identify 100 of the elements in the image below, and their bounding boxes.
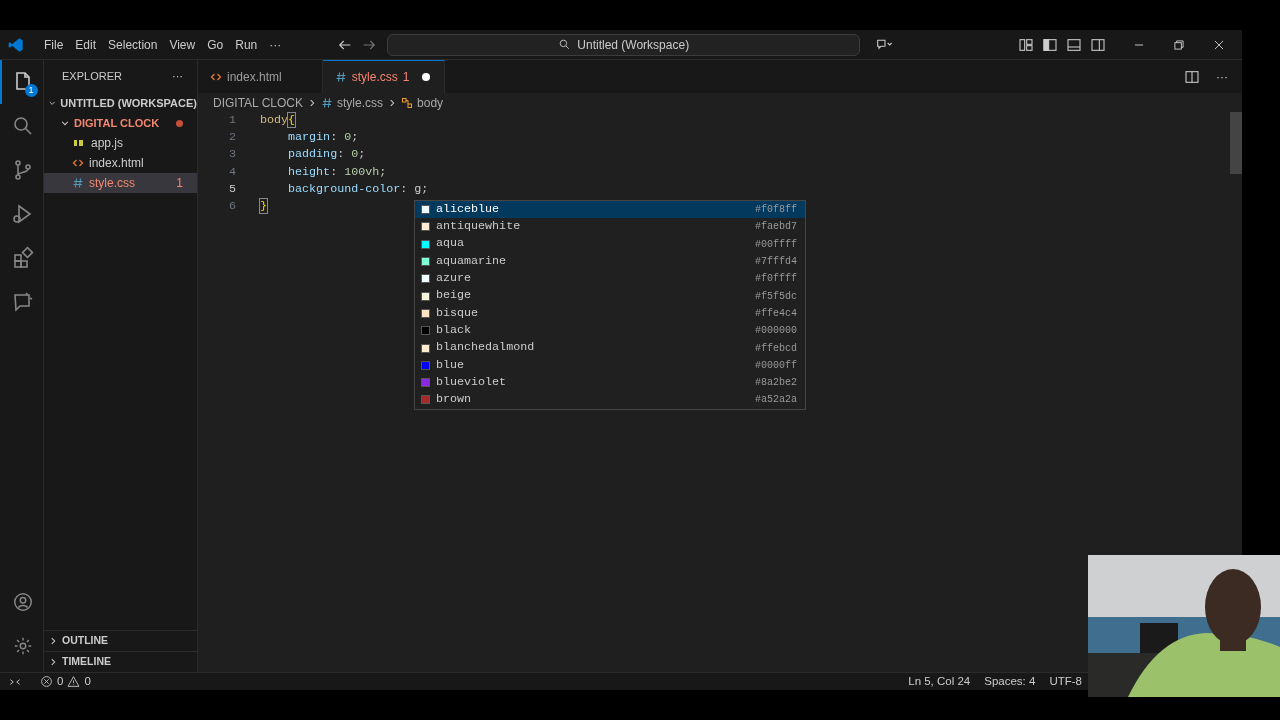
line-number: 4 [228,163,236,181]
suggestion-item[interactable]: brown #a52a2a [415,391,805,409]
more-actions-icon[interactable]: ··· [172,68,183,85]
tab-label: index.html [227,69,282,86]
menu-item[interactable]: Edit [69,33,103,56]
code-line: body{ [260,111,296,129]
tree-item[interactable]: DIGITAL CLOCK [44,113,197,133]
restore-icon[interactable] [1172,37,1186,52]
code-line: } [260,198,267,216]
line-number: 1 [228,111,236,129]
item-label: DIGITAL CLOCK [74,115,160,131]
suggestion-item[interactable]: antiquewhite #faebd7 [415,218,805,236]
editor-tab[interactable]: index.html [198,60,323,93]
color-hex: #8a2be2 [755,376,797,391]
color-hex: #000000 [755,324,797,339]
color-name: beige [436,287,472,305]
color-name: blue [436,356,465,374]
hash-icon [321,96,334,109]
tree-item[interactable]: app.js [44,133,197,153]
color-hex: #0000ff [755,358,797,373]
split-editor-icon[interactable] [1184,68,1200,85]
color-name: aliceblue [436,200,500,218]
error-count: 0 [57,673,64,689]
color-hex: #f5f5dc [755,289,797,304]
color-hex: #ffebcd [755,341,797,356]
account-icon[interactable] [11,591,34,613]
search-field[interactable]: Untitled (Workspace) [387,33,861,56]
logo-icon [8,36,24,53]
color-hex: #00ffff [755,237,797,252]
warning-count: 0 [84,673,91,689]
suggestion-item[interactable]: azure #f0ffff [415,270,805,288]
breadcrumb[interactable]: style.css [337,93,384,112]
color-hex: #ffe4c4 [755,306,797,321]
color-name: aquamarine [436,252,507,270]
hash-icon [334,71,347,83]
suggestion-item[interactable]: blueviolet #8a2be2 [415,373,805,392]
hash-icon [72,177,84,189]
color-hex: #a52a2a [755,393,797,408]
menu-item[interactable]: ··· [263,33,288,56]
notification-badge: 1 [24,84,38,97]
menu-item[interactable]: Run [229,33,264,56]
menu-item[interactable]: File [38,33,70,56]
breadcrumb[interactable]: body [417,93,444,112]
color-name: brown [436,391,472,409]
sidebar-title: EXPLORER [62,69,122,85]
code-brackets-icon [72,157,84,169]
status-item[interactable]: Ln 5, Col 24 [908,672,971,691]
customize-layout-icon[interactable] [1018,36,1034,53]
color-name: bisque [436,304,479,322]
color-name: blanchedalmond [436,339,535,357]
panel-title: OUTLINE [62,633,109,649]
error-icon [40,675,53,688]
color-name: black [436,321,472,339]
panel-bottom-icon[interactable] [1066,36,1082,53]
problem-count: 1 [402,69,410,86]
menu-item[interactable]: View [163,33,202,56]
breadcrumb[interactable]: DIGITAL CLOCK [213,93,304,112]
suggestion-item[interactable]: beige #f5f5dc [415,287,805,305]
symbol-icon [401,96,414,109]
tree-item[interactable]: UNTITLED (WORKSPACE) [44,93,197,113]
line-number: 6 [228,198,236,216]
color-name: blueviolet [436,373,507,391]
code-line: padding: 0; [287,146,366,164]
suggestion-item[interactable]: bisque #ffe4c4 [415,304,805,323]
tree-item[interactable]: index.html [44,153,197,173]
suggestion-item[interactable]: aqua #00ffff [415,235,805,253]
item-label: index.html [89,155,144,172]
color-name: aqua [436,235,465,253]
suggestion-item[interactable]: blanchedalmond #ffebcd [415,339,805,357]
status-item[interactable]: Spaces: 4 [984,672,1036,691]
panel-header[interactable]: OUTLINE [44,630,197,651]
code-line: margin: 0; [287,129,359,147]
menu-item[interactable]: Go [201,33,230,56]
color-name: azure [436,270,472,288]
search-icon [558,38,572,51]
panel-title: TIMELINE [62,654,111,670]
line-number: 2 [228,129,236,147]
sidebar-left-icon[interactable] [1042,36,1058,53]
code-line: height: 100vh; [287,163,387,181]
status-item[interactable]: UTF-8 [1049,672,1082,691]
more-actions-icon[interactable]: ··· [1216,67,1228,86]
problem-count: 1 [176,175,183,192]
line-number: 3 [228,146,236,164]
scrollbar-thumb[interactable] [1230,112,1242,174]
suggestion-item[interactable]: aliceblue #f0f8ff [415,201,805,219]
sidebar-right-icon[interactable] [1090,36,1106,53]
suggestion-item[interactable]: black #000000 [415,322,805,340]
code-brackets-icon [210,71,222,83]
item-label: app.js [91,135,124,152]
line-number: 5 [228,181,236,199]
tree-item[interactable]: style.css 1 [44,173,197,193]
code-line: background-color: g; [287,181,429,199]
item-label: UNTITLED (WORKSPACE) [60,95,197,111]
color-hex: #f0f8ff [755,203,797,218]
menu-item[interactable]: Selection [102,33,164,56]
editor-tab[interactable]: style.css 1 [322,60,446,93]
suggestion-item[interactable]: blue #0000ff [415,356,805,374]
problems-button[interactable]: 0 0 [40,672,91,691]
color-hex: #f0ffff [755,272,797,287]
suggestion-item[interactable]: aquamarine #7fffd4 [415,252,805,271]
